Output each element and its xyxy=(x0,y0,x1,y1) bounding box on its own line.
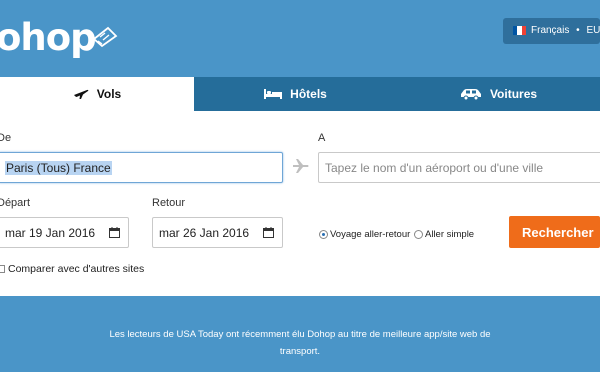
tab-hotels[interactable]: Hôtels xyxy=(194,77,397,111)
return-date-value: mar 26 Jan 2016 xyxy=(159,225,250,240)
from-input[interactable]: Paris (Tous) France xyxy=(0,152,283,183)
depart-date-input[interactable]: mar 19 Jan 2016 xyxy=(0,217,129,248)
tab-cars[interactable]: Voitures xyxy=(397,77,600,111)
plane-arrow-icon xyxy=(293,159,309,173)
checkbox-icon xyxy=(0,265,5,273)
currency-label: EUR xyxy=(586,25,600,36)
language-label: Français xyxy=(531,25,570,36)
from-label: De xyxy=(0,132,12,144)
tab-hotels-label: Hôtels xyxy=(290,87,327,101)
plane-icon xyxy=(73,89,89,99)
award-message: Les lecteurs de USA Today ont récemment … xyxy=(109,329,491,357)
car-icon xyxy=(460,89,481,100)
search-form: De Paris (Tous) France A Tapez le nom d'… xyxy=(0,111,600,296)
return-label: Retour xyxy=(152,197,186,209)
return-date-input[interactable]: mar 26 Jan 2016 xyxy=(152,217,283,248)
to-input[interactable]: Tapez le nom d'un aéroport ou d'une vill… xyxy=(318,152,600,183)
from-input-value: Paris (Tous) France xyxy=(5,160,112,175)
round-trip-radio[interactable]: Voyage aller-retour xyxy=(319,229,410,240)
search-tabs: Vols Hôtels Voitures xyxy=(0,77,600,111)
dohop-logo[interactable]: ohop xyxy=(0,14,97,62)
compare-checkbox[interactable]: Comparer avec d'autres sites xyxy=(0,263,144,275)
tab-flights[interactable]: Vols xyxy=(0,77,194,111)
tab-flights-label: Vols xyxy=(96,87,122,101)
round-trip-label: Voyage aller-retour xyxy=(330,229,411,240)
depart-label: Départ xyxy=(0,197,31,209)
calendar-icon[interactable] xyxy=(109,227,120,238)
to-label: A xyxy=(318,132,326,144)
logo-plane-icon xyxy=(92,26,118,48)
separator-dot: • xyxy=(576,25,580,36)
site-header: ohop Français • EUR xyxy=(0,0,600,77)
one-way-radio[interactable]: Aller simple xyxy=(414,229,474,240)
french-flag-icon xyxy=(513,26,526,35)
bed-icon xyxy=(264,89,283,99)
search-button[interactable]: Rechercher xyxy=(509,216,600,248)
to-input-placeholder: Tapez le nom d'un aéroport ou d'une vill… xyxy=(325,160,544,175)
site-footer: Les lecteurs de USA Today ont récemment … xyxy=(0,296,600,372)
radio-selected-icon xyxy=(319,230,328,239)
tab-cars-label: Voitures xyxy=(489,87,538,101)
depart-date-value: mar 19 Jan 2016 xyxy=(5,225,96,240)
compare-label: Comparer avec d'autres sites xyxy=(8,263,145,275)
language-currency-selector[interactable]: Français • EUR xyxy=(503,18,600,44)
radio-unselected-icon xyxy=(414,230,423,239)
one-way-label: Aller simple xyxy=(425,229,475,240)
calendar-icon[interactable] xyxy=(263,227,274,238)
